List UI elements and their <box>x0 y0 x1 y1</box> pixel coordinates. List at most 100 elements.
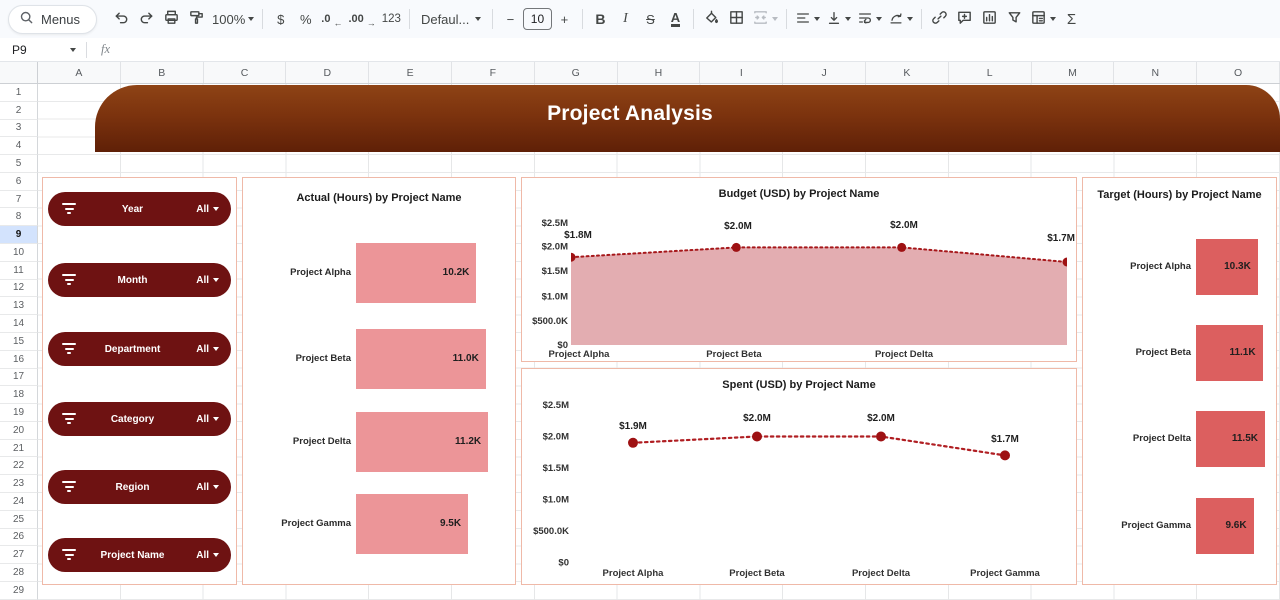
increase-decimal-button[interactable]: .00→ <box>345 6 378 32</box>
text-rotation-button[interactable] <box>885 6 916 32</box>
row-header-18[interactable]: 18 <box>0 386 38 404</box>
row-header-22[interactable]: 22 <box>0 457 38 475</box>
row-header-23[interactable]: 23 <box>0 475 38 493</box>
row-header-20[interactable]: 20 <box>0 422 38 440</box>
insert-comment-button[interactable] <box>952 6 977 32</box>
text-color-button[interactable]: A <box>663 6 688 32</box>
column-header-A[interactable]: A <box>38 62 121 83</box>
column-header-E[interactable]: E <box>369 62 452 83</box>
create-filter-button[interactable] <box>1002 6 1027 32</box>
borders-button[interactable] <box>724 6 749 32</box>
increase-font-size-button[interactable]: + <box>552 6 577 32</box>
column-header-H[interactable]: H <box>618 62 701 83</box>
chart-budget-usd[interactable]: Budget (USD) by Project Name $2.5M$2.0M$… <box>521 177 1077 362</box>
decrease-decimal-button[interactable]: .0← <box>318 6 345 32</box>
data-point-project-beta[interactable] <box>752 432 762 442</box>
print-button[interactable] <box>159 6 184 32</box>
menus-search[interactable]: Menus <box>8 5 97 34</box>
filter-pill-year[interactable]: YearAll <box>48 192 231 226</box>
column-header-C[interactable]: C <box>204 62 287 83</box>
table-tools-button[interactable] <box>1027 6 1059 32</box>
font-family-select[interactable]: Defaul... <box>415 6 487 32</box>
row-header-16[interactable]: 16 <box>0 351 38 369</box>
filter-value-dropdown[interactable]: All <box>196 402 219 436</box>
select-all-corner[interactable] <box>0 62 38 84</box>
chart-actual-hours[interactable]: Actual (Hours) by Project Name Project A… <box>242 177 516 585</box>
row-header-26[interactable]: 26 <box>0 529 38 547</box>
strikethrough-button[interactable]: S <box>638 6 663 32</box>
zoom-control[interactable]: 100% <box>209 6 257 32</box>
data-point-project-alpha[interactable] <box>628 438 638 448</box>
more-formats-button[interactable]: 123 <box>379 6 404 32</box>
italic-button[interactable]: I <box>613 6 638 32</box>
filter-pill-department[interactable]: DepartmentAll <box>48 332 231 366</box>
row-header-14[interactable]: 14 <box>0 315 38 333</box>
format-percent-button[interactable]: % <box>293 6 318 32</box>
merge-cells-button[interactable] <box>749 6 781 32</box>
row-header-1[interactable]: 1 <box>0 84 38 102</box>
decrease-font-size-button[interactable]: − <box>498 6 523 32</box>
row-header-15[interactable]: 15 <box>0 333 38 351</box>
filter-pill-category[interactable]: CategoryAll <box>48 402 231 436</box>
column-header-N[interactable]: N <box>1114 62 1197 83</box>
row-header-7[interactable]: 7 <box>0 191 38 209</box>
row-header-9[interactable]: 9 <box>0 226 38 244</box>
vertical-align-button[interactable] <box>823 6 854 32</box>
filter-value-dropdown[interactable]: All <box>196 263 219 297</box>
filter-value-dropdown[interactable]: All <box>196 332 219 366</box>
filter-value-dropdown[interactable]: All <box>196 470 219 504</box>
chart-target-hours[interactable]: Target (Hours) by Project Name Project A… <box>1082 177 1277 585</box>
row-header-2[interactable]: 2 <box>0 102 38 120</box>
column-header-L[interactable]: L <box>949 62 1032 83</box>
filter-pill-project-name[interactable]: Project NameAll <box>48 538 231 572</box>
row-header-19[interactable]: 19 <box>0 404 38 422</box>
row-header-12[interactable]: 12 <box>0 280 38 298</box>
row-header-21[interactable]: 21 <box>0 440 38 458</box>
row-header-25[interactable]: 25 <box>0 511 38 529</box>
horizontal-align-button[interactable] <box>792 6 823 32</box>
column-header-K[interactable]: K <box>866 62 949 83</box>
row-header-27[interactable]: 27 <box>0 546 38 564</box>
bold-button[interactable]: B <box>588 6 613 32</box>
format-currency-button[interactable]: $ <box>268 6 293 32</box>
grid-cells[interactable]: Project Analysis YearAll MonthAll Departme… <box>38 84 1280 600</box>
column-header-J[interactable]: J <box>783 62 866 83</box>
column-header-I[interactable]: I <box>700 62 783 83</box>
row-header-24[interactable]: 24 <box>0 493 38 511</box>
data-point-project-alpha[interactable] <box>567 253 576 262</box>
column-header-F[interactable]: F <box>452 62 535 83</box>
row-header-13[interactable]: 13 <box>0 297 38 315</box>
filter-value-dropdown[interactable]: All <box>196 192 219 226</box>
row-header-5[interactable]: 5 <box>0 155 38 173</box>
column-header-B[interactable]: B <box>121 62 204 83</box>
data-point-project-gamma[interactable] <box>1063 258 1072 267</box>
data-point-project-delta[interactable] <box>897 243 906 252</box>
row-header-6[interactable]: 6 <box>0 173 38 191</box>
undo-button[interactable] <box>109 6 134 32</box>
font-size-input[interactable]: 10 <box>523 8 552 30</box>
data-point-project-delta[interactable] <box>876 432 886 442</box>
data-point-project-beta[interactable] <box>732 243 741 252</box>
filter-panel[interactable]: YearAll MonthAll DepartmentAll CategoryAll R… <box>42 177 237 585</box>
row-header-29[interactable]: 29 <box>0 582 38 600</box>
dashboard-banner[interactable]: Project Analysis <box>95 85 1280 152</box>
filter-pill-region[interactable]: RegionAll <box>48 470 231 504</box>
row-header-28[interactable]: 28 <box>0 564 38 582</box>
filter-pill-month[interactable]: MonthAll <box>48 263 231 297</box>
column-header-O[interactable]: O <box>1197 62 1280 83</box>
redo-button[interactable] <box>134 6 159 32</box>
fill-color-button[interactable] <box>699 6 724 32</box>
row-header-8[interactable]: 8 <box>0 208 38 226</box>
chart-spent-usd[interactable]: Spent (USD) by Project Name $2.5M$2.0M$1… <box>521 368 1077 585</box>
column-header-D[interactable]: D <box>286 62 369 83</box>
column-header-M[interactable]: M <box>1032 62 1115 83</box>
insert-link-button[interactable] <box>927 6 952 32</box>
text-wrap-button[interactable] <box>854 6 885 32</box>
row-header-10[interactable]: 10 <box>0 244 38 262</box>
paint-format-button[interactable] <box>184 6 209 32</box>
row-header-3[interactable]: 3 <box>0 120 38 138</box>
row-header-11[interactable]: 11 <box>0 262 38 280</box>
row-header-4[interactable]: 4 <box>0 137 38 155</box>
column-header-G[interactable]: G <box>535 62 618 83</box>
name-box[interactable]: P9 <box>0 43 86 57</box>
